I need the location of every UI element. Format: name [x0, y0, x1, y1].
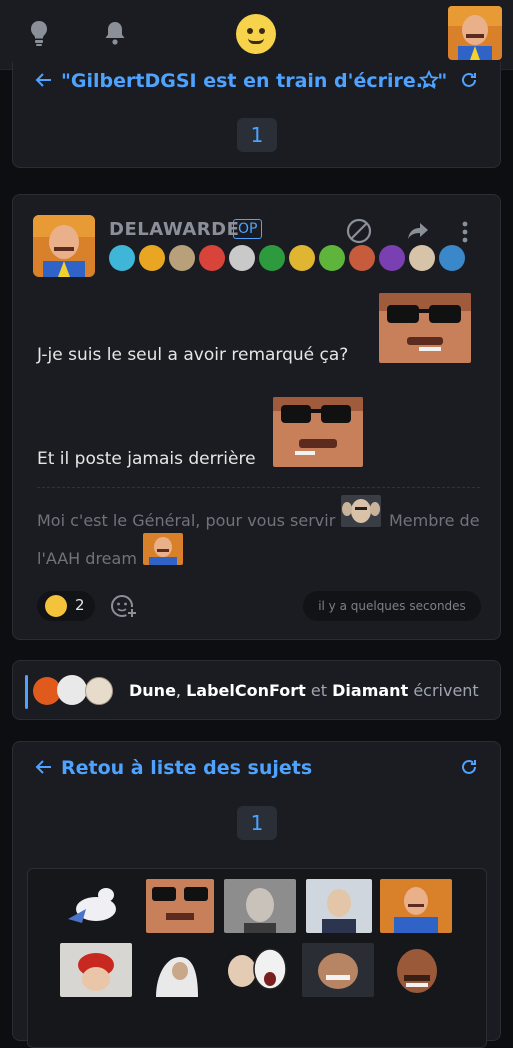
signature-text: l'AAH dream	[37, 549, 137, 568]
sticker-cell[interactable]	[60, 879, 132, 933]
smiley-icon[interactable]	[236, 14, 276, 54]
signature-text: Moi c'est le Général, pour vous servir	[37, 511, 336, 530]
author-name[interactable]: DELAWARDE	[109, 219, 239, 240]
bell-icon[interactable]	[100, 18, 130, 48]
sticker-cell[interactable]	[302, 943, 374, 997]
add-reaction-icon[interactable]	[109, 591, 139, 621]
signature-sticker	[143, 533, 183, 565]
lightbulb-icon[interactable]	[24, 18, 54, 48]
sticker-image	[379, 293, 471, 363]
typing-indicator: Dune, LabelConFort et Diamant écrivent	[12, 660, 501, 720]
author-avatar[interactable]	[33, 215, 95, 277]
badge-icon[interactable]	[289, 245, 315, 271]
top-bar	[0, 0, 513, 70]
star-icon[interactable]	[418, 69, 440, 90]
page-number-button[interactable]: 1	[237, 118, 277, 152]
badge-icon[interactable]	[319, 245, 345, 271]
sticker-cell[interactable]	[306, 879, 372, 933]
refresh-icon[interactable]	[459, 70, 479, 90]
sticker-cell[interactable]	[224, 879, 296, 933]
badge-icon[interactable]	[439, 245, 465, 271]
sticker-image	[273, 397, 363, 467]
typing-text: Dune, LabelConFort et Diamant écrivent	[129, 681, 479, 700]
sticker-cell[interactable]	[146, 879, 214, 933]
back-to-topics-link[interactable]: Retou à liste des sujets	[61, 757, 312, 779]
post-text-line: Et il poste jamais derrière	[37, 449, 256, 469]
badge-icon[interactable]	[199, 245, 225, 271]
sticker-cell[interactable]	[380, 879, 452, 933]
reaction-button[interactable]: 2	[37, 591, 95, 621]
post-text-line: J-je suis le seul a avoir remarqué ça?	[37, 345, 349, 365]
badge-icon[interactable]	[409, 245, 435, 271]
reaction-count: 2	[75, 596, 85, 614]
post-card: DELAWARDE OP J-je suis le seul a avoir r…	[12, 194, 501, 640]
badge-icon[interactable]	[169, 245, 195, 271]
post-timestamp: il y a quelques secondes	[303, 591, 481, 621]
thread-header-card: "GilbertDGSI est en train d'écrire..." 1	[12, 62, 501, 168]
signature-divider	[37, 487, 480, 488]
badge-list	[109, 245, 465, 271]
share-icon[interactable]	[405, 219, 431, 243]
sticker-grid	[27, 868, 487, 1048]
more-options-icon[interactable]	[459, 219, 471, 245]
accent-bar	[25, 675, 28, 709]
back-arrow-icon[interactable]	[35, 758, 53, 776]
refresh-icon[interactable]	[459, 757, 479, 777]
page-number-button[interactable]: 1	[237, 806, 277, 840]
topic-nav-card: Retou à liste des sujets 1	[12, 741, 501, 1048]
badge-icon[interactable]	[259, 245, 285, 271]
badge-icon[interactable]	[139, 245, 165, 271]
sticker-cell[interactable]	[222, 943, 292, 997]
badge-icon[interactable]	[349, 245, 375, 271]
badge-icon[interactable]	[229, 245, 255, 271]
sticker-cell[interactable]	[384, 943, 450, 997]
sticker-cell[interactable]	[60, 943, 132, 997]
signature-text: Membre de	[389, 511, 480, 530]
badge-icon[interactable]	[379, 245, 405, 271]
laughing-emoji-icon	[45, 595, 67, 617]
sticker-cell[interactable]	[142, 943, 210, 997]
typing-avatar	[85, 677, 113, 705]
block-icon[interactable]	[345, 217, 373, 245]
op-badge: OP	[233, 219, 263, 239]
thread-title[interactable]: "GilbertDGSI est en train d'écrire..."	[61, 70, 447, 92]
typing-avatar	[57, 675, 87, 705]
badge-icon[interactable]	[109, 245, 135, 271]
user-avatar[interactable]	[448, 6, 502, 60]
signature-sticker	[341, 495, 381, 527]
back-arrow-icon[interactable]	[35, 71, 53, 89]
